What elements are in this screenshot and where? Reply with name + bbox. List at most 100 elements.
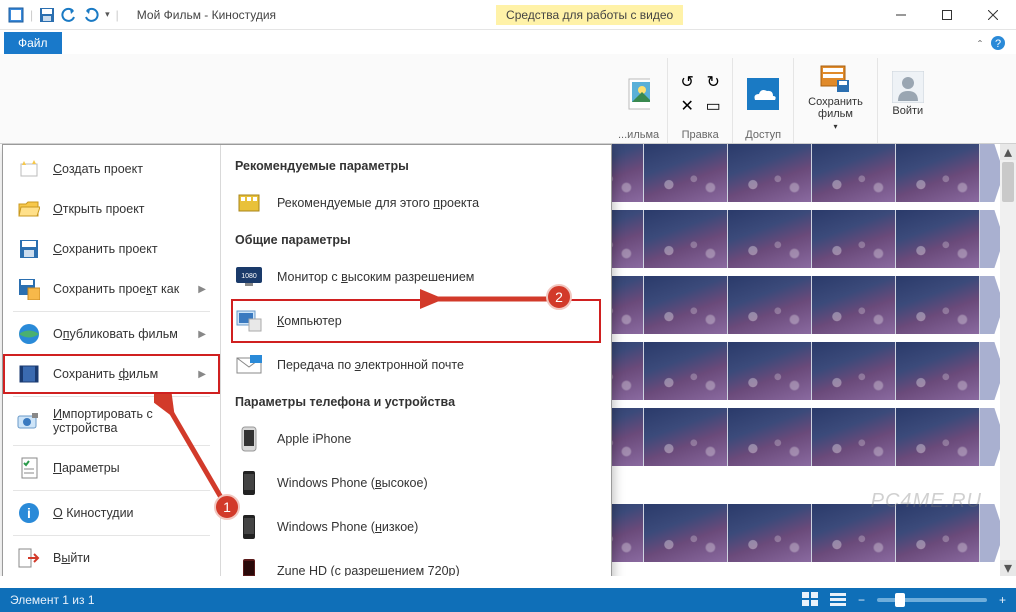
save-movie-label: Сохранить фильм [808, 96, 863, 120]
folder-open-icon [17, 197, 41, 221]
monitor-icon: 1080 [235, 263, 263, 291]
window-controls [878, 0, 1016, 30]
ribbon-group-film: ...ильма [610, 58, 668, 143]
zune-icon [235, 557, 263, 576]
film-icon [17, 362, 41, 386]
rotate-left-icon[interactable]: ↺ [676, 71, 698, 93]
status-bar: Элемент 1 из 1 − + [0, 588, 1016, 612]
delete-icon[interactable]: ✕ [676, 95, 698, 117]
info-icon: i [17, 501, 41, 525]
clip-strip[interactable] [560, 408, 1004, 466]
maximize-button[interactable] [924, 0, 970, 30]
rotate-right-icon[interactable]: ↻ [702, 71, 724, 93]
opt-wp-high[interactable]: Windows Phone (высокое) [221, 461, 611, 505]
file-menu-item[interactable]: Опубликовать фильм▶ [3, 314, 220, 354]
zoom-in-icon[interactable]: + [999, 593, 1006, 607]
section-devices: Параметры телефона и устройства [221, 387, 611, 417]
camera-icon [17, 409, 41, 433]
opt-label: Компьютер [277, 314, 342, 328]
scrollbar-thumb[interactable] [1002, 162, 1014, 202]
app-icon [8, 7, 24, 23]
minimize-button[interactable] [878, 0, 924, 30]
opt-zune[interactable]: Zune HD (с разрешением 720р) [221, 549, 611, 576]
undo-icon[interactable] [61, 7, 77, 23]
svg-text:?: ? [995, 38, 1001, 50]
svg-text:1080: 1080 [241, 273, 257, 280]
separator [13, 535, 210, 536]
window-title: Мой Фильм - Киностудия [137, 8, 276, 22]
ribbon-tabs: Файл ˆ ? [0, 30, 1016, 54]
view-thumbnails-icon[interactable] [802, 592, 818, 609]
ribbon-group-login: Войти [878, 58, 938, 143]
ribbon-group-save-movie: Сохранить фильм ▾ [794, 58, 878, 143]
file-menu-item[interactable]: Сохранить проект как▶ [3, 269, 220, 309]
collapse-ribbon-icon[interactable]: ˆ [978, 38, 982, 52]
view-list-icon[interactable] [830, 592, 846, 609]
annotation-badge-1: 1 [214, 494, 240, 520]
mail-icon [235, 351, 263, 379]
redo-icon[interactable] [83, 7, 99, 23]
zoom-slider-knob[interactable] [895, 593, 905, 607]
opt-iphone[interactable]: Apple iPhone [221, 417, 611, 461]
file-menu-item[interactable]: Сохранить проект [3, 229, 220, 269]
tab-file[interactable]: Файл [4, 32, 62, 54]
section-common: Общие параметры [221, 225, 611, 255]
ribbon-group-label: ...ильма [618, 127, 659, 141]
file-menu-item[interactable]: Открыть проект [3, 189, 220, 229]
opt-email[interactable]: Передача по электронной почте [221, 343, 611, 387]
menu-item-label: Параметры [53, 461, 120, 475]
ribbon-group-label: Доступ [745, 127, 781, 141]
clip-strip[interactable] [560, 144, 1004, 202]
titlebar: | ▾ | Мой Фильм - Киностудия Средства дл… [0, 0, 1016, 30]
globe-icon [17, 322, 41, 346]
annotation-badge-2: 2 [546, 284, 572, 310]
zoom-out-icon[interactable]: − [858, 593, 865, 607]
scroll-up-icon[interactable]: ▴ [1000, 144, 1016, 160]
user-icon [892, 71, 924, 103]
select-all-icon[interactable]: ▭ [702, 95, 724, 117]
chevron-down-icon: ▾ [833, 122, 837, 131]
file-menu-item[interactable]: Выйти [3, 538, 220, 576]
clip-strip[interactable] [560, 210, 1004, 268]
opt-label: Windows Phone (высокое) [277, 476, 428, 490]
thumbnail-icon[interactable] [628, 83, 650, 105]
opt-label: Apple iPhone [277, 432, 351, 446]
exit-icon [17, 546, 41, 570]
login-button[interactable]: Войти [886, 69, 930, 119]
qat-expand-icon[interactable]: ▾ [105, 9, 110, 20]
submenu-arrow-icon: ▶ [198, 284, 206, 295]
submenu-arrow-icon: ▶ [198, 369, 206, 380]
quick-access-toolbar: | ▾ | [0, 7, 127, 23]
opt-wp-low[interactable]: Windows Phone (низкое) [221, 505, 611, 549]
opt-recommended-project[interactable]: Рекомендуемые для этого проектаРекоменду… [221, 181, 611, 225]
status-text: Элемент 1 из 1 [10, 593, 95, 607]
floppy-icon [17, 237, 41, 261]
menu-item-label: Сохранить проект [53, 242, 158, 256]
ribbon-group-edit: ↺↻ ✕▭ Правка [668, 58, 733, 143]
file-menu-item[interactable]: Сохранить фильм▶ [3, 354, 220, 394]
help-icon[interactable]: ? [990, 35, 1006, 54]
clip-strip[interactable] [560, 276, 1004, 334]
vertical-scrollbar[interactable]: ▴ ▾ [1000, 144, 1016, 576]
file-menu-right: Рекомендуемые параметры Рекомендуемые дл… [221, 145, 611, 576]
zoom-slider[interactable] [877, 598, 987, 602]
scroll-down-icon[interactable]: ▾ [1000, 560, 1016, 576]
opt-label: Передача по электронной почте [277, 358, 464, 372]
save-icon[interactable] [39, 7, 55, 23]
opt-label: Zune HD (с разрешением 720р) [277, 564, 460, 576]
film-save-icon [819, 62, 851, 94]
file-menu-item[interactable]: Создать проект [3, 149, 220, 189]
clip-strip[interactable] [560, 342, 1004, 400]
opt-label: Windows Phone (низкое) [277, 520, 418, 534]
onedrive-button[interactable] [741, 76, 785, 112]
file-menu-popup: Создать проект Открыть проект Сохранить пр… [2, 144, 612, 576]
login-label: Войти [892, 105, 923, 117]
menu-item-label: Открыть проект [53, 202, 145, 216]
menu-item-label: Выйти [53, 551, 90, 565]
checklist-icon [17, 456, 41, 480]
close-button[interactable] [970, 0, 1016, 30]
save-movie-button[interactable]: Сохранить фильм ▾ [802, 60, 869, 133]
contextual-tab-label: Средства для работы с видео [496, 5, 683, 25]
film-icon [235, 189, 263, 217]
menu-item-label: Создать проект [53, 162, 143, 176]
